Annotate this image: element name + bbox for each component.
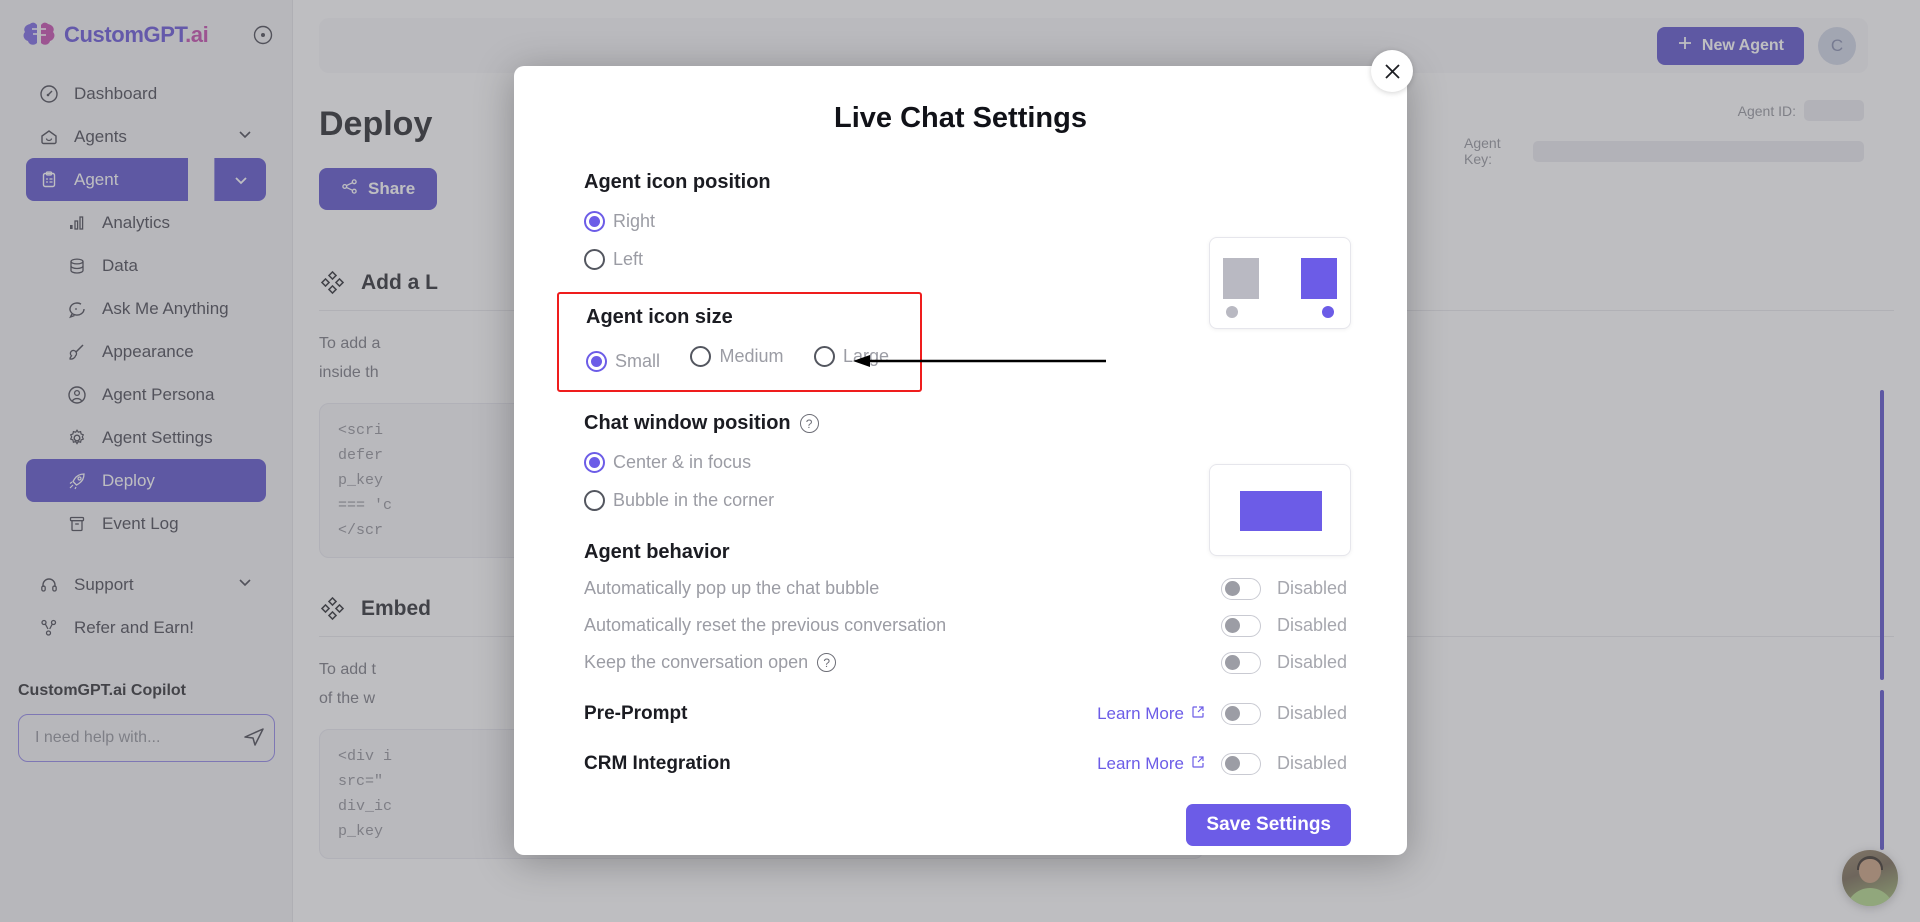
toggle-label: Automatically pop up the chat bubble [584,578,880,598]
toggle-row-crm-integration: CRM Integration Learn More Disabled [584,745,1351,782]
external-link-icon [1191,704,1205,724]
radio-label: Left [613,248,644,269]
radio-icon-selected[interactable] [584,210,605,232]
preview-left-window [1223,258,1259,299]
group-agent-icon-size: Agent icon size Small Medium Large [557,292,922,392]
learn-more-link-crm[interactable]: Learn More [1097,754,1205,774]
radio-label: Center & in focus [613,451,752,472]
toggle-state: Disabled [1277,753,1348,773]
feature-label: CRM Integration [584,752,731,774]
toggle-knob [1225,655,1240,670]
radio-icon[interactable] [813,345,835,367]
learn-more-label: Learn More [1097,753,1184,773]
question-mark-icon[interactable]: ? [817,653,837,672]
radio-option-right[interactable]: Right [584,202,1351,240]
toggle-knob [1225,581,1240,596]
toggle-control: Disabled [1221,577,1351,600]
feature-control: Learn More Disabled [1097,752,1351,775]
preview-icon-position [1209,237,1351,329]
radio-label: Medium [719,345,784,366]
toggle-knob [1225,618,1240,633]
preview-centered-window [1240,491,1322,531]
preview-right-bubble [1322,306,1334,318]
radio-label: Bubble in the corner [613,489,775,510]
radio-label: Right [613,210,656,231]
radio-icon-selected[interactable] [586,350,607,372]
feature-control: Learn More Disabled [1097,702,1351,725]
toggle-row-keep-conversation-open: Keep the conversation open ? Disabled [584,644,1351,681]
learn-more-link-pre-prompt[interactable]: Learn More [1097,704,1205,724]
row-spacer [584,732,1351,745]
modal-footer: Save Settings [514,782,1407,846]
toggle-label-wrap: Keep the conversation open ? [584,652,837,673]
toggle-label: Keep the conversation open [584,652,809,672]
radio-label: Small [615,350,661,371]
learn-more-label: Learn More [1097,703,1184,723]
modal-title: Live Chat Settings [834,102,1087,134]
live-chat-settings-modal: Live Chat Settings Agent icon position R… [514,66,1407,855]
preview-right-window [1301,258,1337,299]
toggle-control: Disabled [1221,651,1351,674]
toggle-state: Disabled [1277,703,1348,723]
toggle-switch[interactable] [1221,651,1261,674]
feature-label: Pre-Prompt [584,702,688,724]
toggle-row-pre-prompt: Pre-Prompt Learn More Disabled [584,695,1351,732]
toggle-control: Disabled [1221,614,1351,637]
chat-window-position-label: Chat window position [584,412,791,434]
radio-icon[interactable] [584,248,605,270]
radio-icon-selected[interactable] [584,451,605,473]
toggle-switch[interactable] [1221,752,1261,775]
toggle-state: Disabled [1277,652,1348,672]
toggle-switch[interactable] [1221,577,1261,600]
toggle-switch[interactable] [1221,702,1261,725]
toggle-state: Disabled [1277,578,1348,598]
question-mark-icon[interactable]: ? [799,414,819,433]
toggle-knob [1225,756,1240,771]
toggle-switch[interactable] [1221,614,1261,637]
left-arrow-annotation [851,354,1111,368]
radio-icon[interactable] [584,489,605,511]
radio-option-medium[interactable]: Medium [690,337,784,375]
radio-option-small[interactable]: Small [586,342,660,380]
close-icon[interactable] [1371,50,1413,92]
agent-icon-position-title: Agent icon position [584,171,771,193]
preview-left-bubble [1226,306,1238,318]
agent-icon-size-title: Agent icon size [586,306,733,328]
toggle-row-auto-popup: Automatically pop up the chat bubble Dis… [584,570,1351,607]
toggle-label: Automatically reset the previous convers… [584,615,947,635]
toggle-knob [1225,706,1240,721]
toggle-row-auto-reset: Automatically reset the previous convers… [584,607,1351,644]
preview-window-position [1209,464,1351,556]
external-link-icon [1191,754,1205,774]
toggle-state: Disabled [1277,615,1348,635]
radio-icon[interactable] [690,345,712,367]
chat-window-position-title: Chat window position ? [584,412,1351,435]
save-settings-button[interactable]: Save Settings [1186,804,1351,846]
modal-body: Agent icon position Right Left Agent ico… [514,171,1407,782]
